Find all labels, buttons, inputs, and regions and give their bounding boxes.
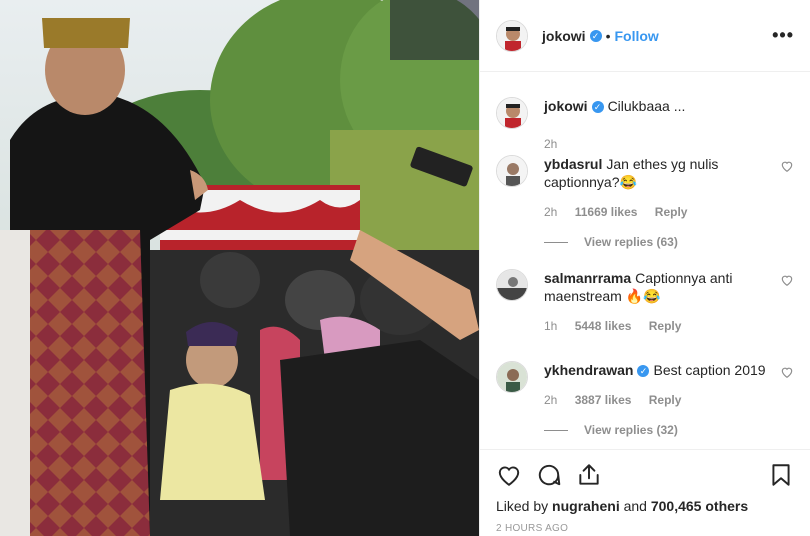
commenter-avatar[interactable]	[496, 361, 528, 393]
comment-time: 2h	[544, 393, 558, 407]
comment-item: ybdasrul Jan ethes yg nulis captionnya?😂 …	[496, 155, 794, 251]
caption-author-avatar[interactable]	[496, 97, 528, 129]
post-header: jokowi ✓ • Follow •••	[480, 0, 810, 72]
view-replies-button[interactable]: View replies (32)	[544, 421, 794, 439]
comment-likes[interactable]: 5448 likes	[575, 319, 632, 333]
comment-username[interactable]: salmanrrama	[544, 270, 631, 286]
view-replies-label: View replies (63)	[584, 235, 678, 249]
liked-by-user[interactable]: nugraheni	[552, 498, 620, 514]
verified-badge-icon: ✓	[589, 29, 602, 42]
post-actions: Liked by nugraheni and 700,465 others 2 …	[480, 449, 810, 534]
comment-text: Best caption 2019	[653, 362, 766, 378]
bookmark-icon[interactable]	[768, 462, 794, 488]
caption-item: jokowi ✓ Cilukbaaa ... 2h	[496, 97, 794, 153]
commenter-avatar[interactable]	[496, 269, 528, 301]
more-options-icon[interactable]: •••	[772, 25, 794, 46]
comment-time: 2h	[544, 205, 558, 219]
replies-divider	[544, 241, 568, 243]
post-side-panel: jokowi ✓ • Follow ••• jokowi ✓ Cilukbaaa .…	[479, 0, 810, 536]
author-username[interactable]: jokowi	[542, 28, 586, 44]
comment-time: 1h	[544, 319, 558, 333]
caption-username[interactable]: jokowi	[544, 98, 588, 114]
comment-username[interactable]: ybdasrul	[544, 156, 602, 172]
author-avatar[interactable]	[496, 19, 528, 52]
comment-likes[interactable]: 11669 likes	[575, 205, 638, 219]
like-heart-icon[interactable]	[496, 462, 522, 488]
separator-dot: •	[605, 27, 611, 44]
post-image	[0, 0, 479, 536]
view-replies-button[interactable]: View replies (63)	[544, 233, 794, 251]
caption-text: Cilukbaaa ...	[607, 98, 686, 114]
comment-item: salmanrrama Captionnya anti maenstream 🔥😂…	[496, 269, 794, 335]
like-comment-heart-icon[interactable]	[780, 159, 794, 173]
reply-button[interactable]: Reply	[649, 393, 682, 407]
likes-prefix: Liked by	[496, 498, 549, 514]
comment-username[interactable]: ykhendrawan	[544, 362, 633, 378]
comments-list[interactable]: jokowi ✓ Cilukbaaa ... 2h ybdasrul Jan ethe…	[480, 73, 810, 449]
post-photo[interactable]	[0, 0, 479, 536]
commenter-avatar[interactable]	[496, 155, 528, 187]
likes-and: and	[623, 498, 647, 514]
post-timestamp: 2 HOURS AGO	[496, 523, 569, 534]
likes-others-count[interactable]: 700,465 others	[651, 498, 748, 514]
share-icon[interactable]	[576, 462, 602, 488]
follow-button[interactable]: Follow	[614, 28, 658, 44]
view-replies-label: View replies (32)	[584, 423, 678, 437]
like-comment-heart-icon[interactable]	[780, 273, 794, 287]
commenter-verified-badge-icon: ✓	[637, 365, 650, 378]
replies-divider	[544, 429, 568, 431]
like-comment-heart-icon[interactable]	[780, 365, 794, 379]
reply-button[interactable]: Reply	[649, 319, 682, 333]
caption-verified-badge-icon: ✓	[591, 101, 604, 114]
likes-summary: Liked by nugraheni and 700,465 others	[496, 498, 794, 514]
comment-bubble-icon[interactable]	[536, 462, 562, 488]
comment-item: ykhendrawan ✓ Best caption 2019 2h 3887 li…	[496, 361, 794, 439]
reply-button[interactable]: Reply	[655, 205, 688, 219]
caption-time: 2h	[544, 137, 558, 151]
comment-likes[interactable]: 3887 likes	[575, 393, 632, 407]
